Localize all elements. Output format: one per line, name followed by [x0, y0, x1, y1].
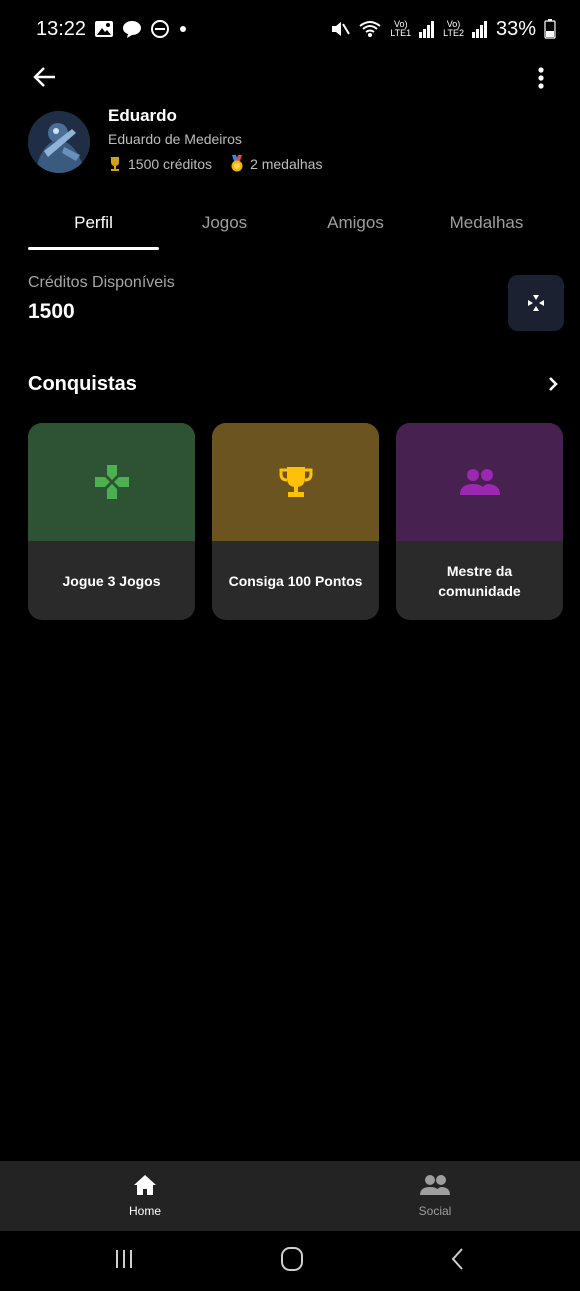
mute-icon — [330, 19, 351, 39]
achievement-card-jogue-3-jogos[interactable]: Jogue 3 Jogos — [28, 423, 195, 620]
play-games-button[interactable] — [508, 275, 564, 331]
credits-label: Créditos Disponíveis — [28, 274, 175, 291]
do-not-disturb-icon — [150, 19, 170, 39]
status-left: 13:22 — [36, 18, 188, 41]
more-options-button[interactable] — [526, 64, 556, 94]
sim1-sub: LTE1 — [390, 28, 412, 38]
recent-apps-button[interactable] — [112, 1247, 136, 1276]
app-bar — [0, 58, 580, 98]
status-time: 13:22 — [36, 17, 87, 40]
nav-social-label: Social — [418, 1204, 452, 1218]
gallery-notification-icon — [94, 19, 114, 39]
achievement-card-label: Mestre da comunidade — [438, 562, 521, 599]
profile-tabs: Perfil Jogos Amigos Medalhas — [28, 200, 552, 252]
achievement-cards: Jogue 3 Jogos Consiga 100 Pontos Mestre … — [28, 423, 564, 620]
chevron-right-icon[interactable] — [546, 374, 560, 394]
tab-perfil[interactable]: Perfil — [28, 200, 159, 250]
home-system-button[interactable] — [279, 1246, 305, 1277]
tab-jogos[interactable]: Jogos — [159, 200, 290, 246]
achievements-header[interactable]: Conquistas — [28, 367, 560, 401]
more-notifications-dot-icon — [178, 19, 188, 39]
signal1-icon — [419, 20, 435, 38]
avatar-image — [28, 111, 90, 173]
gamepad-icon — [94, 465, 129, 499]
medal-icon — [231, 155, 243, 172]
people-icon — [459, 469, 500, 495]
credits-stat-text: 1500 créditos — [128, 156, 213, 172]
achievement-card-label: Consiga 100 Pontos — [228, 572, 363, 589]
back-chevron-icon — [451, 1247, 464, 1270]
credits-value: 1500 — [28, 300, 75, 323]
wifi-icon — [358, 19, 382, 39]
profile-full-name: Eduardo de Medeiros — [108, 131, 242, 147]
achievement-card-banner — [28, 423, 195, 541]
more-vertical-icon — [538, 67, 544, 89]
achievement-card-banner — [396, 423, 563, 541]
profile-name: Eduardo — [108, 106, 177, 125]
status-right: Vo) LTE1 Vo) LTE2 33% — [330, 18, 556, 41]
sim2-sub: LTE2 — [443, 28, 464, 38]
profile-header: Eduardo Eduardo de Medeiros 1500 crédito… — [28, 105, 552, 185]
medals-stat-text: 2 medalhas — [250, 156, 323, 172]
battery-percent: 33% — [495, 17, 536, 40]
achievements-title: Conquistas — [28, 372, 137, 395]
home-icon — [134, 1175, 156, 1195]
signal2-icon — [471, 20, 488, 38]
achievement-card-mestre-da-comunidade[interactable]: Mestre da comunidade — [396, 423, 563, 620]
sim2-indicator: Vo) LTE2 — [443, 20, 464, 38]
bottom-navigation: Home Social — [0, 1161, 580, 1231]
sim1-indicator: Vo) LTE1 — [390, 20, 411, 38]
arrow-left-icon — [33, 67, 55, 87]
medals-stat: 2 medalhas — [230, 155, 322, 173]
nav-home-label: Home — [128, 1204, 161, 1218]
gamepad-small-icon — [528, 295, 544, 311]
back-system-button[interactable] — [448, 1246, 468, 1277]
achievement-card-label: Jogue 3 Jogos — [62, 572, 161, 589]
status-bar: 13:22 Vo) LTE1 Vo) LTE2 33% — [0, 0, 580, 58]
back-button[interactable] — [32, 64, 62, 94]
battery-icon — [544, 19, 556, 39]
nav-social[interactable]: Social — [290, 1161, 580, 1231]
trophy-small-icon — [111, 157, 119, 171]
credits-stat: 1500 créditos — [108, 156, 212, 172]
system-navigation-bar — [0, 1231, 580, 1291]
nav-home[interactable]: Home — [0, 1161, 290, 1231]
people-nav-icon — [420, 1175, 450, 1195]
achievement-card-consiga-100-pontos[interactable]: Consiga 100 Pontos — [212, 423, 379, 620]
profile-stats: 1500 créditos 2 medalhas — [108, 155, 322, 173]
credits-section: Créditos Disponíveis 1500 — [28, 272, 564, 336]
tab-amigos[interactable]: Amigos — [290, 200, 421, 246]
message-notification-icon — [122, 19, 142, 39]
profile-text: Eduardo Eduardo de Medeiros 1500 crédito… — [108, 105, 322, 173]
avatar[interactable] — [28, 111, 90, 173]
tab-medalhas[interactable]: Medalhas — [421, 200, 552, 246]
achievement-card-banner — [212, 423, 379, 541]
recent-apps-icon — [115, 1249, 132, 1268]
trophy-icon — [279, 467, 312, 497]
home-circle-icon — [280, 1246, 303, 1271]
